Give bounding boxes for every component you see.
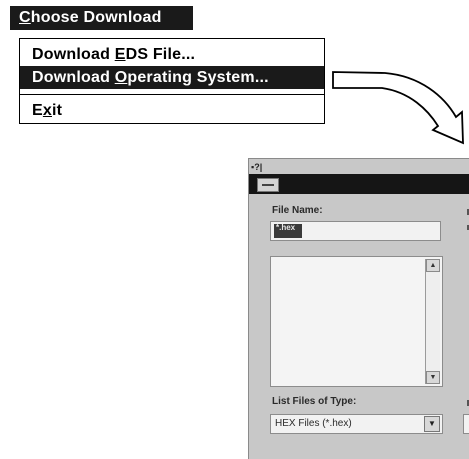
menu-title-mnemonic: C: [19, 9, 31, 26]
file-type-label: List Files of Type:: [272, 396, 357, 407]
menu-title-text: hoose Download: [30, 9, 162, 26]
menu-item-download-eds[interactable]: Download EDS File...: [20, 43, 324, 66]
menu-item-exit-prefix: E: [32, 102, 43, 119]
menu-item-download-os[interactable]: Download Operating System...: [20, 66, 324, 89]
menu-title[interactable]: Choose Download: [10, 6, 193, 30]
menu-item-os-text: perating System...: [127, 69, 269, 86]
file-type-select[interactable]: HEX Files (*.hex) ▼: [270, 414, 443, 434]
menu-item-eds-mnemonic: E: [114, 46, 126, 63]
system-menu-icon[interactable]: [257, 178, 279, 192]
file-open-dialog: ▪?| File Name: *.hex ▲ ▼ List Files of T…: [248, 158, 469, 459]
menu-item-exit[interactable]: Exit: [20, 99, 324, 122]
menu-item-eds-text: DS File...: [125, 46, 196, 63]
window-icon: ▪?|: [251, 162, 263, 172]
file-name-label: File Name:: [272, 205, 323, 216]
file-name-value: *.hex: [274, 224, 302, 238]
scroll-up-icon[interactable]: ▲: [426, 259, 440, 272]
file-list[interactable]: ▲ ▼: [270, 256, 443, 387]
menu-item-eds-prefix: Download: [32, 46, 115, 63]
scroll-down-icon[interactable]: ▼: [426, 371, 440, 384]
dialog-titlebar[interactable]: [249, 174, 469, 194]
menu-item-os-mnemonic: O: [114, 69, 128, 86]
file-type-value: HEX Files (*.hex): [275, 418, 352, 429]
dropdown-menu: Download EDS File... Download Operating …: [19, 38, 325, 124]
dropdown-arrow-icon[interactable]: ▼: [424, 416, 440, 432]
file-list-scrollbar[interactable]: ▲ ▼: [425, 259, 440, 384]
file-name-input[interactable]: *.hex: [270, 221, 441, 241]
menu-item-os-prefix: Download: [32, 69, 115, 86]
menu-separator: [20, 94, 324, 95]
menu-item-exit-mnemonic: x: [42, 102, 52, 119]
cutoff-drive-select[interactable]: [463, 414, 469, 434]
menu-item-exit-text: it: [51, 102, 63, 119]
